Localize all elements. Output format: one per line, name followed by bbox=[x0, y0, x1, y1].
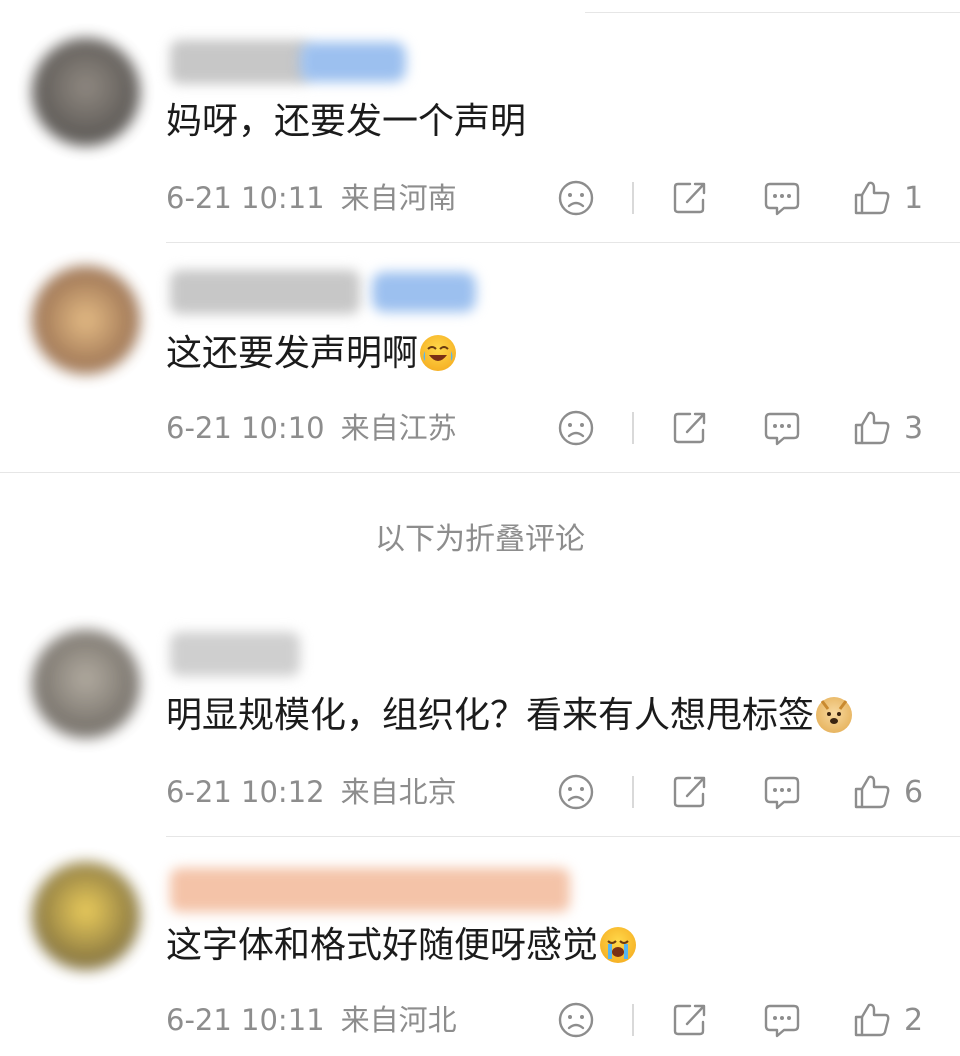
username[interactable] bbox=[170, 40, 310, 84]
laughing-crying-emoji bbox=[420, 335, 457, 371]
comment-actions: 3 bbox=[556, 406, 936, 450]
comment-time: 6-21 10:11 bbox=[166, 181, 325, 215]
share-icon bbox=[673, 412, 706, 444]
dislike-button[interactable] bbox=[556, 406, 596, 450]
section-divider bbox=[0, 472, 960, 473]
like-count: 6 bbox=[904, 774, 924, 810]
comment-bubble-icon bbox=[764, 1004, 800, 1038]
share-button[interactable] bbox=[670, 998, 710, 1042]
crying-emoji bbox=[600, 927, 637, 963]
comment-text: 这还要发声明啊 bbox=[166, 330, 457, 378]
comment-meta: 6-21 10:11 来自河北 bbox=[166, 1002, 457, 1038]
like-count: 3 bbox=[904, 410, 924, 446]
comment-location: 来自江苏 bbox=[340, 411, 457, 445]
comment-button[interactable] bbox=[762, 770, 802, 814]
avatar[interactable] bbox=[32, 38, 140, 146]
doge-emoji bbox=[816, 697, 853, 733]
comment-bubble-icon bbox=[764, 182, 800, 216]
comment-button[interactable] bbox=[762, 176, 802, 220]
like-count: 1 bbox=[904, 180, 924, 216]
share-button[interactable] bbox=[670, 406, 710, 450]
comment-meta: 6-21 10:11 来自河南 bbox=[166, 180, 457, 216]
comment-divider bbox=[166, 242, 960, 243]
comment-location: 来自河南 bbox=[340, 181, 457, 215]
username[interactable] bbox=[170, 868, 570, 912]
username[interactable] bbox=[170, 270, 360, 314]
action-separator bbox=[632, 412, 634, 444]
dislike-button[interactable] bbox=[556, 770, 596, 814]
dislike-button[interactable] bbox=[556, 176, 596, 220]
share-icon bbox=[673, 776, 706, 808]
like-button[interactable]: 6 bbox=[852, 770, 923, 814]
avatar[interactable] bbox=[32, 630, 140, 738]
action-separator bbox=[632, 776, 634, 808]
comment-bubble-icon bbox=[764, 776, 800, 810]
comment-text: 妈呀，还要发一个声明 bbox=[166, 101, 527, 142]
sad-face-icon bbox=[558, 1002, 594, 1038]
share-button[interactable] bbox=[670, 770, 710, 814]
comment-button[interactable] bbox=[762, 998, 802, 1042]
share-icon bbox=[673, 1004, 706, 1036]
username[interactable] bbox=[170, 632, 300, 676]
top-divider bbox=[585, 12, 960, 13]
like-button[interactable]: 1 bbox=[852, 176, 923, 220]
user-badge bbox=[372, 272, 476, 312]
action-separator bbox=[632, 182, 634, 214]
comment-actions: 6 bbox=[556, 770, 936, 814]
comment-actions: 1 bbox=[556, 176, 936, 220]
thumbs-up-icon bbox=[854, 181, 890, 215]
comment-meta: 6-21 10:12 来自北京 bbox=[166, 774, 457, 810]
action-separator bbox=[632, 1004, 634, 1036]
comment-time: 6-21 10:12 bbox=[166, 775, 325, 809]
comment-location: 来自河北 bbox=[340, 1003, 457, 1037]
sad-face-icon bbox=[558, 410, 594, 446]
sad-face-icon bbox=[558, 180, 594, 216]
comment-bubble-icon bbox=[764, 412, 800, 446]
like-count: 2 bbox=[904, 1002, 924, 1038]
sad-face-icon bbox=[558, 774, 594, 810]
like-button[interactable]: 2 bbox=[852, 998, 923, 1042]
dislike-button[interactable] bbox=[556, 998, 596, 1042]
thumbs-up-icon bbox=[854, 411, 890, 445]
comment-divider bbox=[166, 836, 960, 837]
comment-meta: 6-21 10:10 来自江苏 bbox=[166, 410, 457, 446]
thumbs-up-icon bbox=[854, 1003, 890, 1037]
comment-time: 6-21 10:10 bbox=[166, 411, 325, 445]
like-button[interactable]: 3 bbox=[852, 406, 923, 450]
user-badge bbox=[300, 42, 406, 82]
comment-time: 6-21 10:11 bbox=[166, 1003, 325, 1037]
comment-button[interactable] bbox=[762, 406, 802, 450]
share-icon bbox=[673, 182, 706, 214]
comment-text: 明显规模化，组织化？看来有人想甩标签 bbox=[166, 692, 853, 740]
avatar[interactable] bbox=[32, 862, 140, 970]
comment-actions: 2 bbox=[556, 998, 936, 1042]
comment-text: 这字体和格式好随便呀感觉 bbox=[166, 922, 637, 970]
comment-location: 来自北京 bbox=[340, 775, 457, 809]
share-button[interactable] bbox=[670, 176, 710, 220]
folded-comments-label[interactable]: 以下为折叠评论 bbox=[0, 520, 960, 560]
thumbs-up-icon bbox=[854, 775, 890, 809]
avatar[interactable] bbox=[32, 266, 140, 374]
